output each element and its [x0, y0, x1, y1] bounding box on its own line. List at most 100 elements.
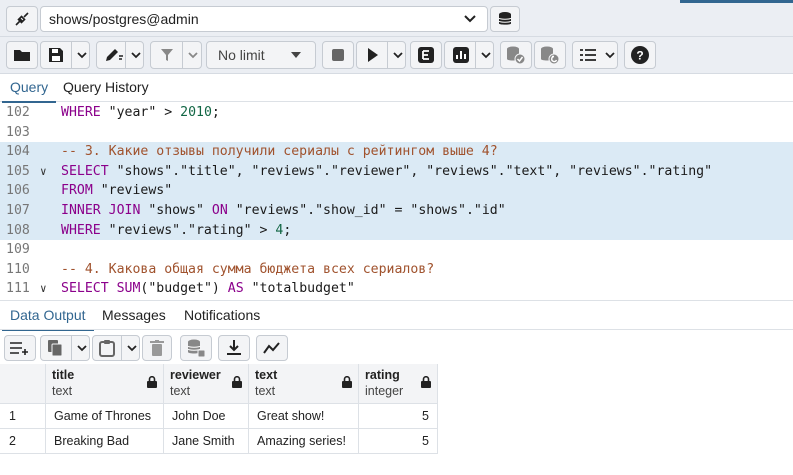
tab-data-output[interactable]: Data Output [2, 301, 94, 332]
explain-chevron-down-icon[interactable] [475, 42, 495, 68]
download-button[interactable] [218, 335, 250, 361]
code-token: "reviews" [92, 183, 173, 199]
code-text: SELECT "shows"."title", "reviews"."revie… [61, 162, 712, 182]
save-file-button[interactable] [40, 41, 90, 69]
add-row-button[interactable] [4, 335, 36, 361]
column-name: rating [365, 368, 400, 382]
delete-button[interactable] [142, 335, 172, 361]
save-data-button[interactable] [180, 335, 212, 361]
table-cell[interactable]: Great show! [249, 404, 359, 429]
tab-query-history[interactable]: Query History [63, 74, 149, 101]
line-gutter: 110 [0, 260, 58, 280]
database-undo-icon [540, 46, 560, 64]
execute-chevron-down-icon[interactable] [387, 42, 407, 68]
code-line[interactable]: 110 -- 4. Какова общая сумма бюджета всех… [0, 260, 793, 280]
code-line[interactable]: 105 ∨ SELECT "shows"."title", "reviews"."r… [0, 161, 793, 182]
filter-chevron-down-icon[interactable] [182, 42, 203, 68]
code-line[interactable]: 106 FROM "reviews" [0, 181, 793, 201]
open-file-button[interactable] [6, 41, 38, 69]
paste-chevron-down-icon[interactable] [121, 336, 141, 360]
code-line[interactable]: 108 WHERE "reviews"."rating" > 4; [0, 220, 793, 241]
table-cell[interactable]: Breaking Bad [46, 429, 164, 454]
row-number[interactable]: 1 [0, 404, 46, 429]
help-button[interactable]: ? [624, 41, 656, 69]
code-line[interactable]: 102 WHERE "year" > 2010; [0, 103, 793, 123]
tab-notifications[interactable]: Notifications [184, 301, 260, 330]
code-token: SUM [116, 281, 141, 296]
code-text: -- 4. Какова общая сумма бюджета всех се… [61, 260, 434, 280]
grid-corner-cell[interactable] [0, 364, 46, 404]
column-header-title[interactable]: title text [46, 364, 164, 404]
code-text: INNER JOIN "shows" ON "reviews"."show_id… [61, 201, 506, 221]
code-token: ; [211, 105, 220, 120]
connection-select[interactable]: shows/postgres@admin [40, 6, 488, 32]
column-header-rating[interactable]: rating integer [359, 364, 438, 404]
column-type: text [255, 384, 276, 398]
line-number: 102 [6, 105, 30, 120]
sql-editor[interactable]: 102 WHERE "year" > 2010; 103 104 -- 3. Какие… [0, 103, 793, 296]
line-number: 111 [6, 281, 30, 296]
line-number: 104 [6, 144, 30, 160]
code-text: WHERE "year" > 2010; [61, 103, 220, 123]
copy-chevron-down-icon[interactable] [71, 336, 91, 360]
code-line[interactable]: 103 [0, 123, 793, 143]
table-cell[interactable]: Jane Smith [164, 429, 249, 454]
code-line[interactable]: 104 -- 3. Какие отзывы получили сериалы с… [0, 142, 793, 162]
copy-button[interactable] [40, 335, 90, 361]
fold-chevron-icon[interactable]: ∨ [40, 162, 47, 182]
edit-button[interactable] [96, 41, 144, 69]
stop-button[interactable] [322, 41, 354, 69]
macros-chevron-down-icon[interactable] [601, 42, 618, 68]
code-line[interactable]: 107 INNER JOIN "shows" ON "reviews"."show… [0, 201, 793, 221]
row-limit-label: No limit [218, 47, 265, 63]
filter-button[interactable] [150, 41, 202, 69]
fold-chevron-icon[interactable]: ∨ [40, 279, 47, 296]
row-limit-select[interactable]: No limit [206, 41, 316, 69]
line-number: 105 [6, 163, 30, 179]
table-cell[interactable]: Amazing series! [249, 429, 359, 454]
svg-text:?: ? [636, 49, 643, 63]
column-header-reviewer[interactable]: reviewer text [164, 364, 249, 404]
column-header-text[interactable]: text text [249, 364, 359, 404]
connection-status-button[interactable] [6, 6, 38, 32]
code-token: -- 4. Какова общая сумма бюджета всех се… [61, 261, 435, 277]
lock-icon [421, 375, 431, 391]
macros-button[interactable] [572, 41, 618, 69]
paste-button[interactable] [92, 335, 140, 361]
code-token: SELECT [61, 281, 109, 296]
column-type: integer [365, 384, 404, 398]
clipboard-icon [99, 339, 115, 357]
connection-bar: shows/postgres@admin [0, 0, 793, 37]
explain-button[interactable] [410, 41, 442, 69]
tab-query[interactable]: Query [2, 74, 57, 103]
commit-button[interactable] [500, 41, 532, 69]
execute-button[interactable] [356, 41, 406, 69]
edit-chevron-down-icon[interactable] [125, 42, 145, 68]
filter-icon [160, 48, 174, 62]
code-token: ; [283, 222, 292, 238]
table-cell[interactable]: Game of Thrones [46, 404, 164, 429]
code-line[interactable]: 111 ∨ SELECT SUM("budget") AS "totalbudget… [0, 279, 793, 296]
tab-messages[interactable]: Messages [102, 301, 166, 330]
save-chevron-down-icon[interactable] [71, 42, 91, 68]
stop-icon [332, 49, 344, 61]
copy-icon [47, 339, 63, 357]
database-button[interactable] [490, 6, 520, 32]
trash-icon [150, 340, 164, 356]
code-line[interactable]: 109 [0, 240, 793, 260]
row-number[interactable]: 2 [0, 429, 46, 454]
column-type: text [52, 384, 73, 398]
line-gutter: 104 [0, 142, 58, 162]
rollback-button[interactable] [534, 41, 566, 69]
table-cell[interactable]: John Doe [164, 404, 249, 429]
table-cell[interactable]: 5 [359, 429, 438, 454]
caret-down-icon [291, 52, 301, 59]
graph-visualiser-button[interactable] [256, 335, 288, 361]
explain-analyze-button[interactable] [444, 41, 494, 69]
table-cell[interactable]: 5 [359, 404, 438, 429]
line-gutter: 111 ∨ [0, 279, 58, 296]
code-token: 2010 [180, 105, 212, 120]
database-icon [497, 11, 513, 27]
column-name: title [52, 368, 75, 382]
download-icon [226, 340, 242, 356]
